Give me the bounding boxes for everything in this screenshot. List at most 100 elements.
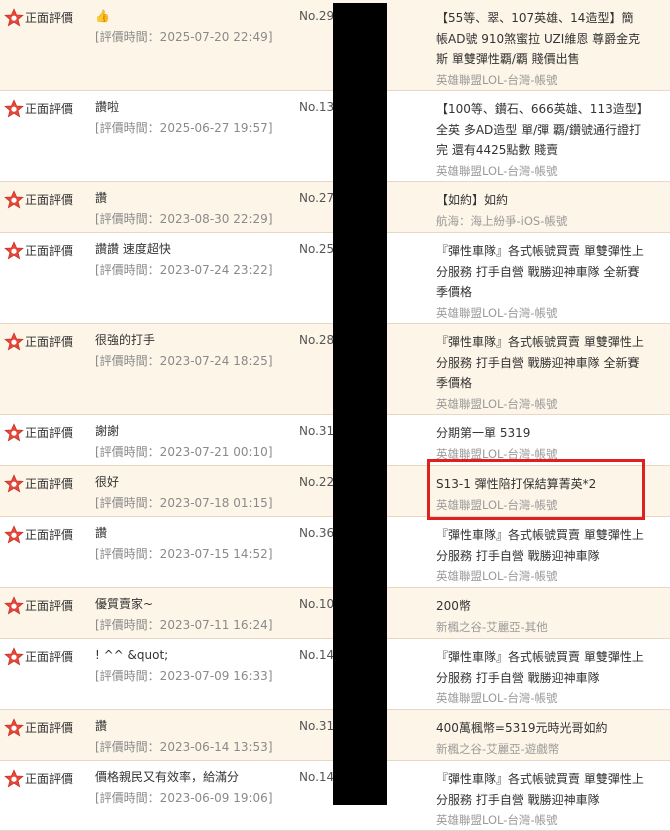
rating-label: 正面評價 <box>25 244 74 258</box>
review-time: [評價時間：2023-07-11 16:24] <box>95 618 273 632</box>
product-title-link[interactable]: 『彈性車隊』各式帳號買賣 單雙彈性上分服務 打手自營 戰勝迎神車隊 <box>436 647 644 688</box>
order-number[interactable]: No.14 <box>299 647 334 663</box>
rating-badge: 正面評價 <box>4 8 73 28</box>
review-time: [評價時間：2023-07-15 14:52] <box>95 547 273 561</box>
star-icon <box>4 99 24 118</box>
product-category: 新楓之谷-艾麗亞-其他 <box>436 619 548 634</box>
order-number[interactable]: No.27 <box>299 190 334 206</box>
product-info: 『彈性車隊』各式帳號買賣 單雙彈性上分服務 打手自營 戰勝迎神車隊英雄聯盟LOL… <box>436 525 644 587</box>
review-comment: 讚啦 <box>95 100 120 114</box>
review-time: [評價時間：2023-07-24 23:22] <box>95 263 273 277</box>
product-info: 【如約】如約航海：海上紛爭-iOS-帳號 <box>436 190 644 231</box>
rating-label: 正面評價 <box>25 335 74 349</box>
order-number[interactable]: No.31 <box>299 718 334 734</box>
product-title-link[interactable]: 【如約】如約 <box>436 190 644 211</box>
rating-badge: 正面評價 <box>4 596 73 616</box>
highlight-box <box>427 459 645 520</box>
rating-label: 正面評價 <box>25 477 74 491</box>
order-number[interactable]: No.29 <box>299 8 334 24</box>
star-icon <box>4 423 24 442</box>
review-time: [評價時間：2023-07-09 16:33] <box>95 669 273 683</box>
order-number[interactable]: No.13 <box>299 99 334 115</box>
rating-badge: 正面評價 <box>4 332 73 352</box>
product-info: 『彈性車隊』各式帳號買賣 單雙彈性上分服務 打手自營 戰勝迎神車隊 全新賽季價格… <box>436 332 644 414</box>
star-icon <box>4 525 24 544</box>
rating-label: 正面評價 <box>25 11 74 25</box>
star-icon <box>4 332 24 351</box>
order-number[interactable]: No.22 <box>299 474 334 490</box>
rating-label: 正面評價 <box>25 721 74 735</box>
product-info: 【100等、鑽石、666英雄、113造型】全英 多AD造型 單/彈 覇/鑽號通行… <box>436 99 644 181</box>
rating-label: 正面評價 <box>25 102 74 116</box>
review-comment: 優質賣家~ <box>95 597 154 611</box>
review-comment: 讚 <box>95 719 108 733</box>
order-number[interactable]: No.10 <box>299 596 334 612</box>
product-title-link[interactable]: 分期第一單 5319 <box>436 423 644 444</box>
product-category: 英雄聯盟LOL-台灣-帳號 <box>436 72 558 87</box>
product-category: 英雄聯盟LOL-台灣-帳號 <box>436 569 558 583</box>
star-icon <box>4 718 24 737</box>
product-info: 『彈性車隊』各式帳號買賣 單雙彈性上分服務 打手自營 戰勝迎神車隊英雄聯盟LOL… <box>436 769 644 831</box>
product-category: 航海：海上紛爭-iOS-帳號 <box>436 213 568 228</box>
product-title-link[interactable]: 『彈性車隊』各式帳號買賣 單雙彈性上分服務 打手自營 戰勝迎神車隊 全新賽季價格 <box>436 332 644 394</box>
order-number[interactable]: No.28 <box>299 332 334 348</box>
review-time: [評價時間：2023-07-24 18:25] <box>95 354 273 368</box>
rating-badge: 正面評價 <box>4 99 73 119</box>
review-time: [評價時間：2023-06-14 13:53] <box>95 740 273 754</box>
rating-badge: 正面評價 <box>4 647 73 667</box>
order-number[interactable]: No.25 <box>299 241 334 257</box>
product-title-link[interactable]: 【55等、翠、107英雄、14造型】簡帳AD號 910煞蜜拉 UZI維恩 尊爵金… <box>436 8 644 70</box>
review-time: [評價時間：2023-08-30 22:29] <box>95 212 273 226</box>
star-icon <box>4 474 24 493</box>
review-comment: 很好 <box>95 475 120 489</box>
star-icon <box>4 8 24 27</box>
star-icon <box>4 190 24 209</box>
rating-label: 正面評價 <box>25 772 74 786</box>
rating-badge: 正面評價 <box>4 190 73 210</box>
review-time: [評價時間：2025-07-20 22:49] <box>95 30 273 44</box>
review-time: [評價時間：2023-07-21 00:10] <box>95 445 273 459</box>
rating-label: 正面評價 <box>25 528 74 542</box>
product-category: 英雄聯盟LOL-台灣-帳號 <box>436 305 558 320</box>
rating-badge: 正面評價 <box>4 769 73 789</box>
review-time: [評價時間：2023-06-09 19:06] <box>95 791 273 805</box>
product-title-link[interactable]: 『彈性車隊』各式帳號買賣 單雙彈性上分服務 打手自營 戰勝迎神車隊 <box>436 769 644 810</box>
review-comment: 👍 <box>95 9 110 23</box>
product-title-link[interactable]: 400萬楓幣=5319元時光哥如約 <box>436 718 644 739</box>
rating-label: 正面評價 <box>25 426 74 440</box>
star-icon <box>4 769 24 788</box>
review-comment: 讚 <box>95 191 108 205</box>
product-title-link[interactable]: 【100等、鑽石、666英雄、113造型】全英 多AD造型 單/彈 覇/鑽號通行… <box>436 99 644 161</box>
review-comment: 價格親民又有效率，給滿分 <box>95 770 240 784</box>
product-title-link[interactable]: 『彈性車隊』各式帳號買賣 單雙彈性上分服務 打手自營 戰勝迎神車隊 全新賽季價格 <box>436 241 644 303</box>
star-icon <box>4 241 24 260</box>
redaction-bar <box>333 3 387 805</box>
star-icon <box>4 596 24 615</box>
product-category: 新楓之谷-艾麗亞-遊戲幣 <box>436 741 560 756</box>
product-info: 分期第一單 5319 英雄聯盟LOL-台灣-帳號 <box>436 423 644 464</box>
product-info: 200幣新楓之谷-艾麗亞-其他 <box>436 596 644 637</box>
product-category: 英雄聯盟LOL-台灣-帳號 <box>436 396 558 411</box>
rating-badge: 正面評價 <box>4 718 73 738</box>
order-number[interactable]: No.31 <box>299 423 334 439</box>
review-comment: 讚 <box>95 526 108 540</box>
order-number[interactable]: No.36 <box>299 525 334 541</box>
product-category: 英雄聯盟LOL-台灣-帳號 <box>436 813 558 827</box>
review-time: [評價時間：2023-07-18 01:15] <box>95 496 273 510</box>
product-title-link[interactable]: 『彈性車隊』各式帳號買賣 單雙彈性上分服務 打手自營 戰勝迎神車隊 <box>436 525 644 566</box>
rating-label: 正面評價 <box>25 650 74 664</box>
star-icon <box>4 647 24 666</box>
product-info: 『彈性車隊』各式帳號買賣 單雙彈性上分服務 打手自營 戰勝迎神車隊 英雄聯盟LOL… <box>436 647 644 709</box>
rating-label: 正面評價 <box>25 193 74 207</box>
rating-badge: 正面評價 <box>4 474 73 494</box>
rating-label: 正面評價 <box>25 599 74 613</box>
review-comment: 謝謝 <box>95 424 120 438</box>
order-number[interactable]: No.14 <box>299 769 334 785</box>
product-title-link[interactable]: 200幣 <box>436 596 644 617</box>
review-comment: 很強的打手 <box>95 333 156 347</box>
review-time: [評價時間：2025-06-27 19:57] <box>95 121 273 135</box>
product-info: 『彈性車隊』各式帳號買賣 單雙彈性上分服務 打手自營 戰勝迎神車隊 全新賽季價格… <box>436 241 644 323</box>
review-comment: 讚讚 速度超快 <box>95 242 171 256</box>
rating-badge: 正面評價 <box>4 423 73 443</box>
rating-badge: 正面評價 <box>4 241 73 261</box>
